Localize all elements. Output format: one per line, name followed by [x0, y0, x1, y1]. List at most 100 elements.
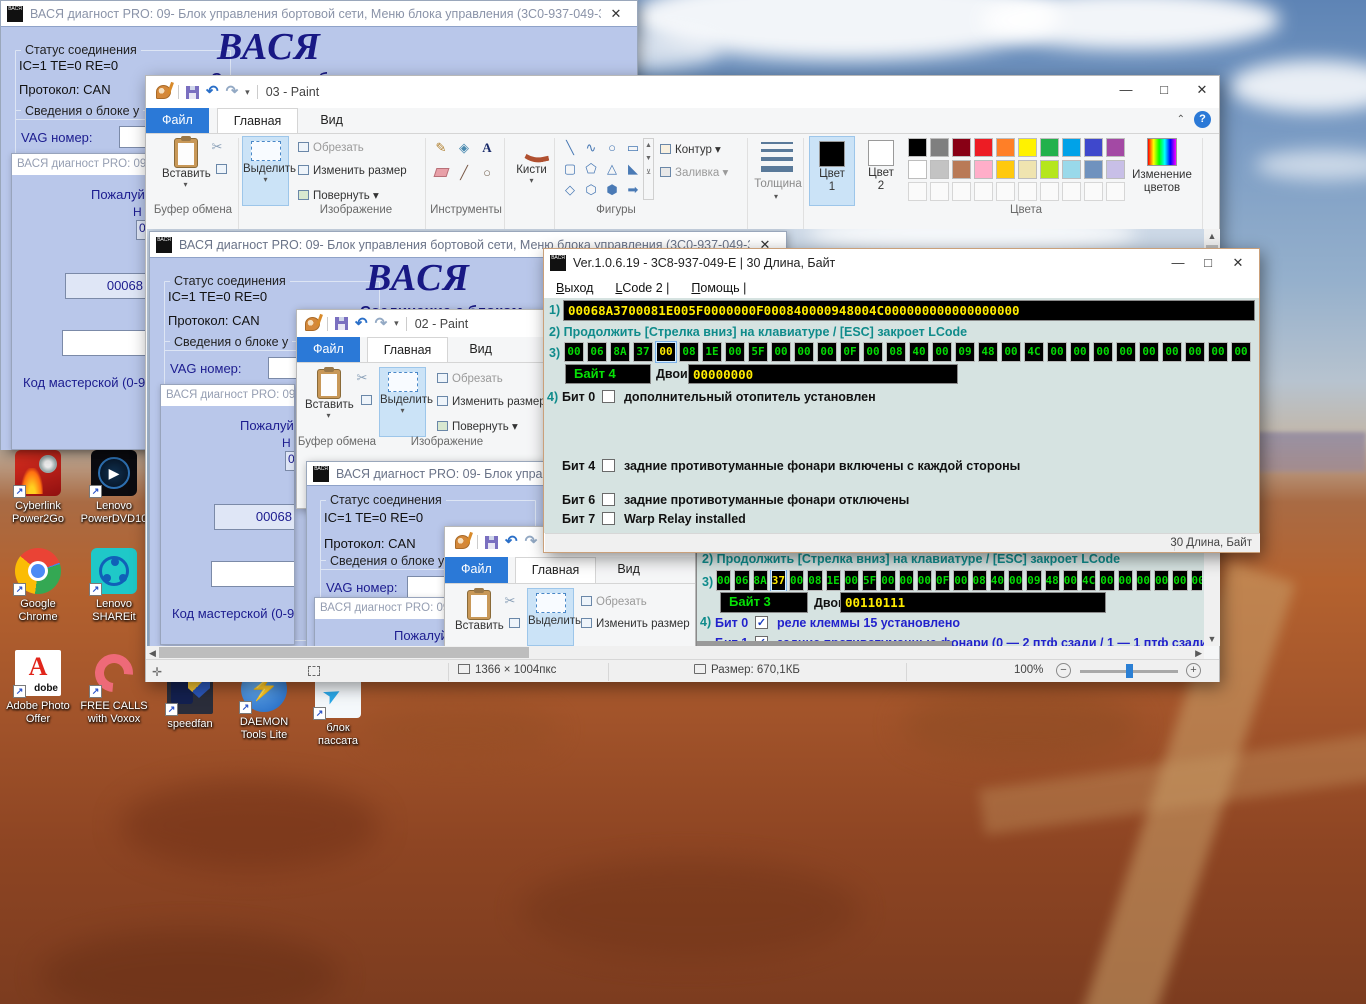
- byte-cell-1[interactable]: 06: [587, 342, 607, 362]
- byte-cell-15[interactable]: 40: [909, 342, 929, 362]
- byte-cell-16[interactable]: 00: [1008, 570, 1024, 591]
- byte-cell-6[interactable]: 1E: [825, 570, 841, 591]
- edit-colors-button[interactable]: Изменение цветов: [1126, 136, 1198, 206]
- byte-row[interactable]: 00 06 8A 37 00 08 1E 00 5F 00 00 00 0F 00 08 40 00 09 48 00…: [716, 570, 1202, 591]
- help-icon[interactable]: ?: [1194, 111, 1211, 128]
- byte-cell-8[interactable]: 5F: [862, 570, 878, 591]
- byte-cell-3[interactable]: 37: [633, 342, 653, 362]
- byte-cell-0[interactable]: 00: [564, 342, 584, 362]
- byte-cell-8[interactable]: 5F: [748, 342, 768, 362]
- byte-cell-16[interactable]: 00: [932, 342, 952, 362]
- byte-cell-26[interactable]: 00: [1190, 570, 1202, 591]
- byte-cell-20[interactable]: 4C: [1081, 570, 1097, 591]
- save-icon[interactable]: [485, 535, 498, 549]
- paste-button[interactable]: Вставить ▾: [305, 367, 354, 437]
- collapse-ribbon-icon[interactable]: ⌃: [1177, 114, 1185, 125]
- copy-icon[interactable]: [505, 614, 523, 632]
- byte-cell-13[interactable]: 00: [863, 342, 883, 362]
- palette-swatch-empty[interactable]: [930, 182, 949, 201]
- palette-swatch-empty[interactable]: [952, 182, 971, 201]
- palette-swatch[interactable]: [1040, 160, 1059, 179]
- menu-item[interactable]: Помощь |: [691, 281, 746, 295]
- minimize-icon[interactable]: —: [1115, 82, 1137, 98]
- palette-swatch[interactable]: [1018, 160, 1037, 179]
- shape-icon-11[interactable]: ➡: [623, 180, 643, 200]
- paste-button[interactable]: Вставить ▾: [162, 136, 211, 206]
- resize-button[interactable]: Изменить размер: [581, 618, 690, 630]
- shapes-scroll[interactable]: ▲ ▼ ⊻: [643, 138, 654, 200]
- shape-icon-3[interactable]: ▭: [623, 138, 643, 158]
- scroll-left-icon[interactable]: ◀: [149, 648, 156, 659]
- byte-cell-22[interactable]: 00: [1070, 342, 1090, 362]
- vasya-titlebar[interactable]: ВАСЯ ВАСЯ диагност PRO: 09- Блок управле…: [1, 1, 637, 26]
- empty-field[interactable]: [211, 561, 294, 587]
- byte-cell-2[interactable]: 8A: [610, 342, 630, 362]
- byte-cell-1[interactable]: 06: [734, 570, 750, 591]
- brushes-button[interactable]: Кисти ▾: [508, 135, 555, 206]
- byte-cell-21[interactable]: 00: [1099, 570, 1115, 591]
- bit-checkbox[interactable]: ✓: [755, 616, 768, 629]
- byte-cell-12[interactable]: 0F: [840, 342, 860, 362]
- code-field[interactable]: 00068: [214, 504, 294, 530]
- thickness-label[interactable]: Толщина: [752, 178, 804, 190]
- byte-cell-7[interactable]: 00: [843, 570, 859, 591]
- byte-cell-9[interactable]: 00: [880, 570, 896, 591]
- scroll-right-icon[interactable]: ▶: [1195, 648, 1202, 659]
- redo-icon[interactable]: ↷: [375, 316, 388, 331]
- bit-checkbox[interactable]: [602, 459, 615, 472]
- byte-cell-18[interactable]: 48: [978, 342, 998, 362]
- copy-icon[interactable]: [357, 391, 375, 409]
- byte-cell-5[interactable]: 08: [679, 342, 699, 362]
- palette-swatch[interactable]: [930, 138, 949, 157]
- desktop-icon-passata[interactable]: ➤ ↗ блок пассата: [300, 672, 376, 748]
- qat-dropdown-icon[interactable]: ▾: [245, 87, 250, 98]
- tab-home[interactable]: Главная: [216, 108, 299, 133]
- byte-cell-25[interactable]: 00: [1172, 570, 1188, 591]
- palette-swatch[interactable]: [1040, 138, 1059, 157]
- tab-file[interactable]: Файл: [297, 337, 360, 362]
- tab-view[interactable]: Вид: [601, 557, 656, 583]
- desktop-icon-chrome[interactable]: ↗ Google Chrome: [0, 548, 76, 624]
- shape-icon-10[interactable]: ⬢: [602, 180, 622, 200]
- minimize-icon[interactable]: —: [1163, 254, 1193, 272]
- byte-cell-24[interactable]: 00: [1154, 570, 1170, 591]
- tab-file[interactable]: Файл: [146, 108, 209, 133]
- byte-cell-6[interactable]: 1E: [702, 342, 722, 362]
- byte-cell-13[interactable]: 00: [953, 570, 969, 591]
- desktop-icon-shareit[interactable]: ↗ Lenovo SHAREit: [76, 548, 152, 624]
- byte-cell-2[interactable]: 8A: [752, 570, 768, 591]
- desktop-icon-power2go[interactable]: ↗ Cyberlink Power2Go: [0, 450, 76, 526]
- shape-icon-1[interactable]: ∿: [581, 138, 601, 158]
- palette-swatch[interactable]: [996, 138, 1015, 157]
- desktop-icon-adobe[interactable]: Adobe ↗ Adobe Photo Offer: [0, 650, 76, 726]
- palette-swatch[interactable]: [952, 138, 971, 157]
- palette-swatch[interactable]: [952, 160, 971, 179]
- fill-icon[interactable]: ◈: [455, 139, 473, 157]
- byte-cell-10[interactable]: 00: [794, 342, 814, 362]
- byte-cell-25[interactable]: 00: [1139, 342, 1159, 362]
- byte-cell-19[interactable]: 00: [1062, 570, 1078, 591]
- shape-icon-4[interactable]: ▢: [560, 159, 580, 179]
- redo-icon[interactable]: ↷: [226, 84, 239, 99]
- menu-item[interactable]: LCode 2 |: [615, 281, 669, 295]
- shape-icon-5[interactable]: ⬠: [581, 159, 601, 179]
- undo-icon[interactable]: ↶: [355, 316, 368, 331]
- palette-swatch[interactable]: [974, 138, 993, 157]
- byte-cell-17[interactable]: 09: [955, 342, 975, 362]
- save-icon[interactable]: [335, 317, 348, 330]
- select-button[interactable]: Выделить ▾: [242, 136, 296, 206]
- cut-icon[interactable]: ✂: [501, 592, 519, 610]
- code-field[interactable]: 00068: [65, 273, 145, 299]
- byte-cell-18[interactable]: 48: [1044, 570, 1060, 591]
- byte-cell-27[interactable]: 00: [1185, 342, 1205, 362]
- rotate-button[interactable]: Повернуть ▾: [298, 188, 379, 202]
- undo-icon[interactable]: ↶: [505, 534, 518, 549]
- byte-cell-14[interactable]: 08: [971, 570, 987, 591]
- maximize-icon[interactable]: □: [1153, 82, 1175, 98]
- byte-cell-14[interactable]: 08: [886, 342, 906, 362]
- palette-swatch[interactable]: [1018, 138, 1037, 157]
- small-field-fragment[interactable]: 0: [285, 451, 294, 471]
- byte-cell-5[interactable]: 08: [807, 570, 823, 591]
- redo-icon[interactable]: ↷: [525, 534, 538, 549]
- byte-cell-4[interactable]: 00: [789, 570, 805, 591]
